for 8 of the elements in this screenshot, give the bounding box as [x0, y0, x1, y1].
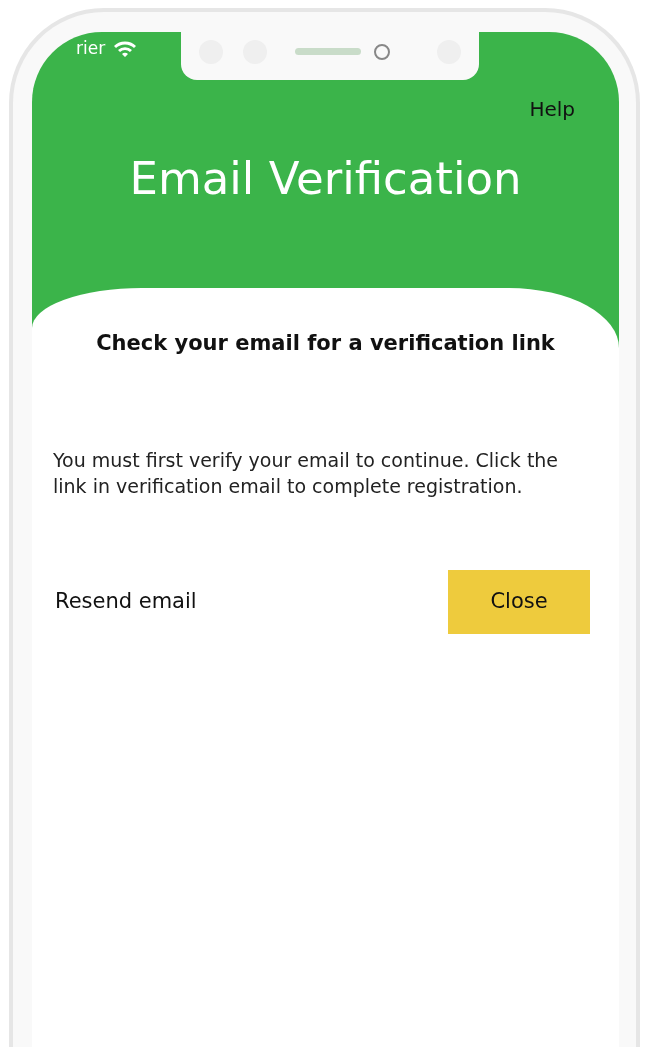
- close-button[interactable]: Close: [448, 569, 590, 634]
- carrier-name: rier: [76, 37, 106, 61]
- resend-email-link[interactable]: Resend email: [55, 585, 197, 618]
- page-title: Email Verification: [128, 152, 523, 206]
- wifi-icon: [113, 40, 138, 58]
- help-link[interactable]: Help: [529, 94, 575, 124]
- card-heading: Check your email for a verification link: [95, 330, 556, 357]
- verification-message: You must first verify your email to continue. Click the link in verification email to complete registration.: [53, 447, 560, 500]
